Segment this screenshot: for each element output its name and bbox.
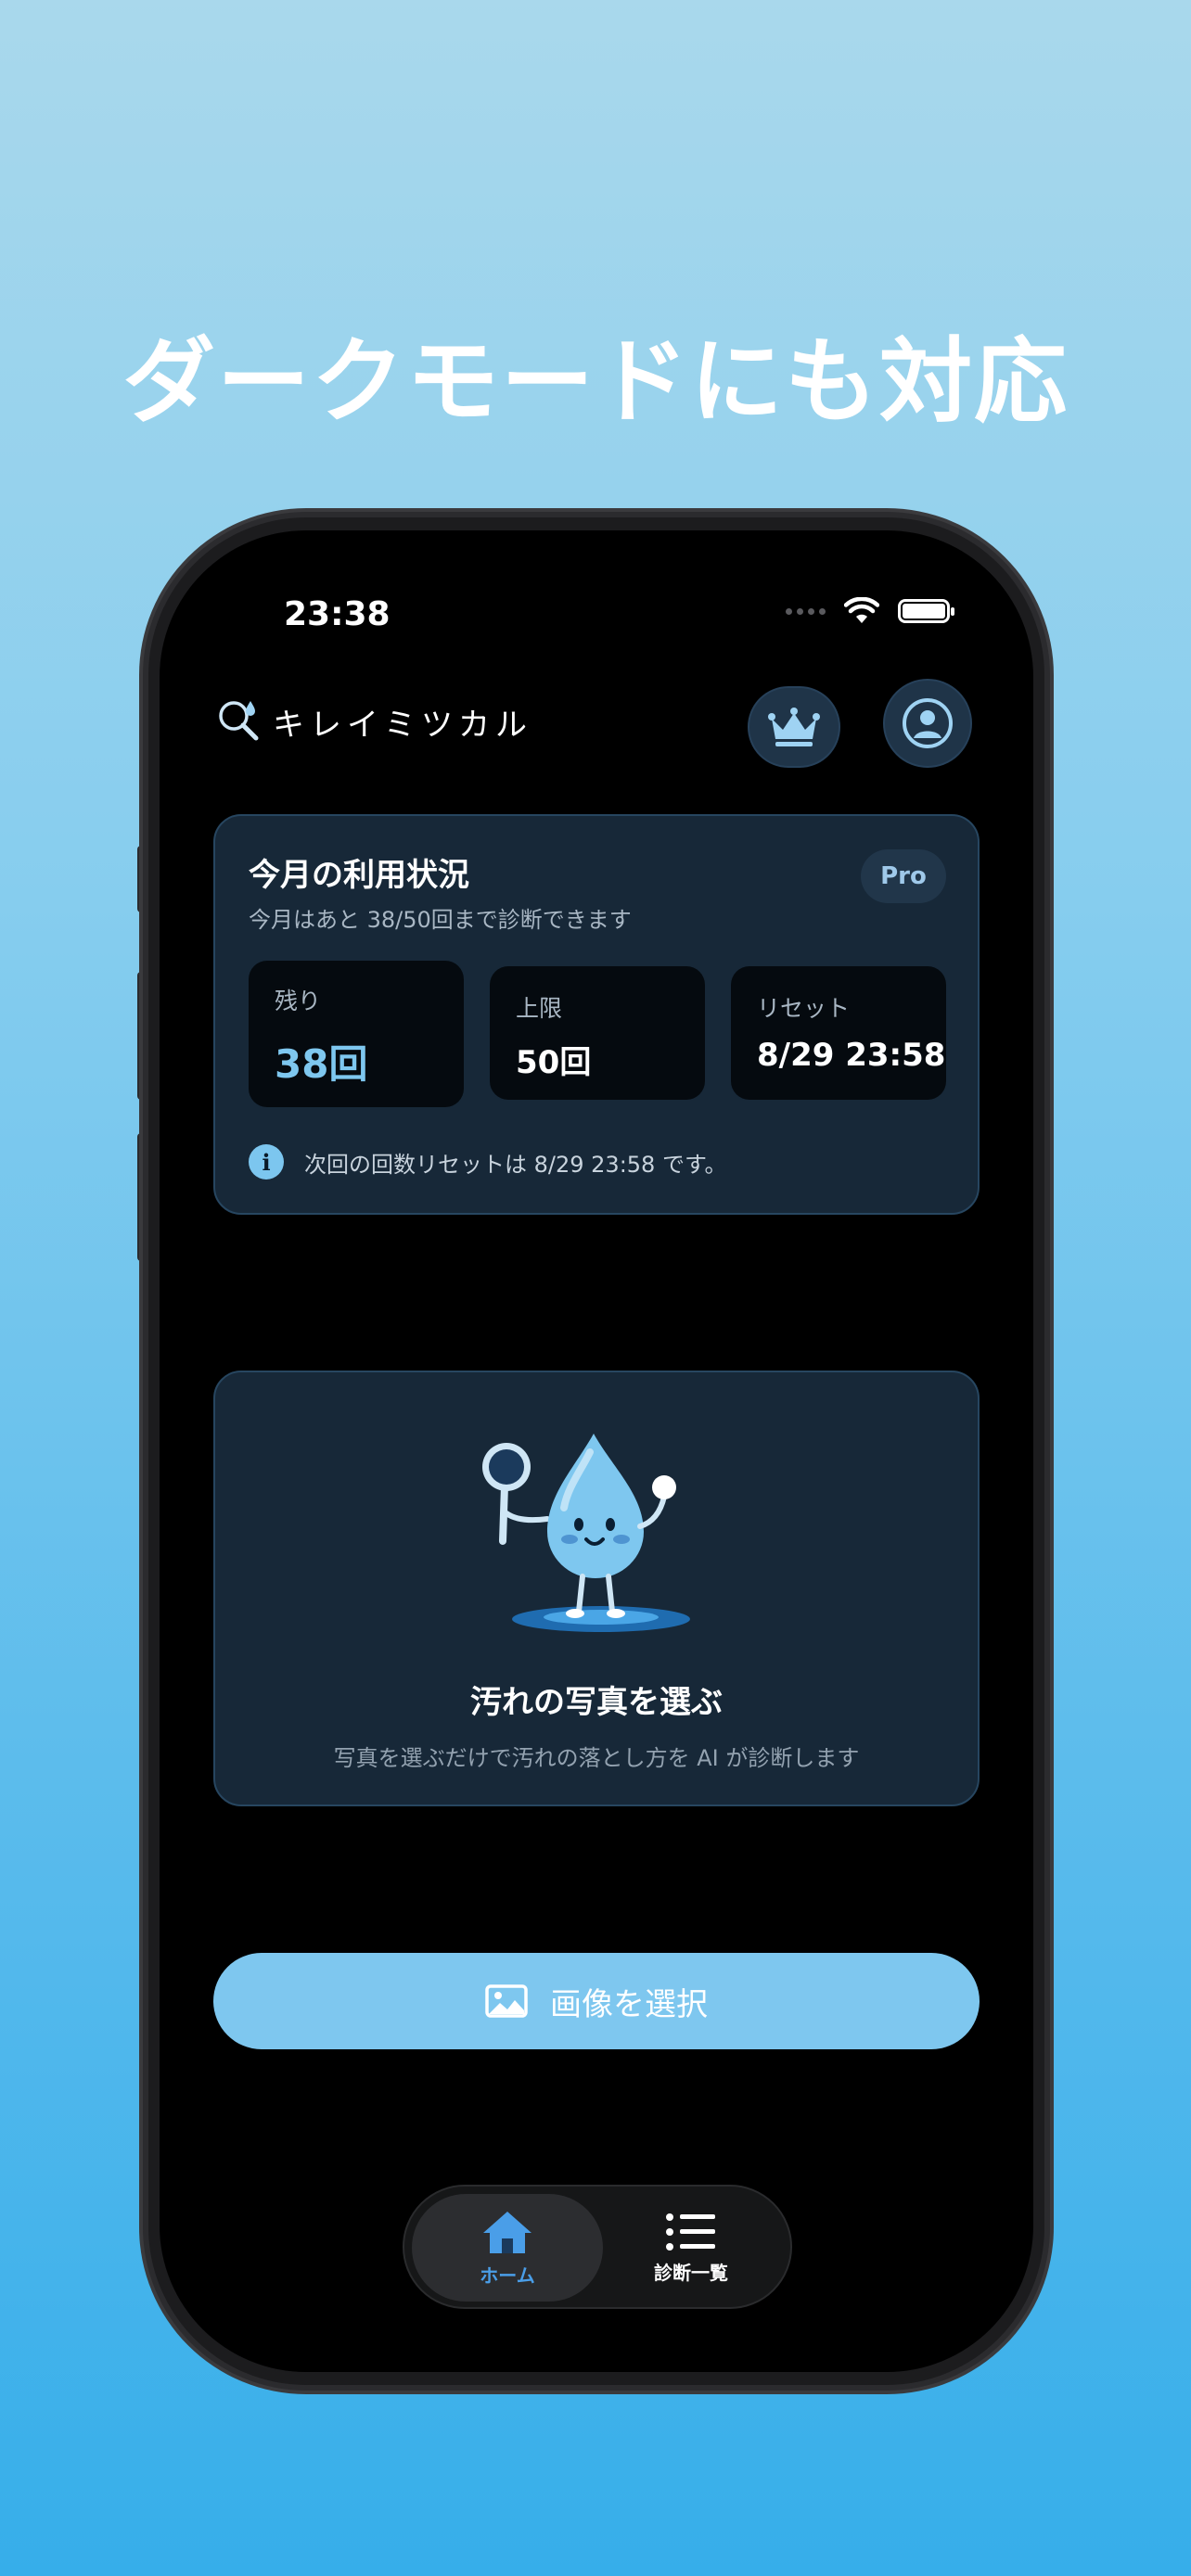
- volume-down-button: [137, 1133, 145, 1261]
- wifi-icon: [844, 597, 879, 623]
- tab-diagnosis-list-label: 診断一覧: [654, 2261, 728, 2284]
- pro-badge: Pro: [861, 849, 946, 903]
- stat-reset: リセット 8/29 23:58: [731, 966, 946, 1100]
- premium-button[interactable]: [748, 686, 840, 768]
- power-button: [1046, 1057, 1054, 1261]
- profile-button[interactable]: [883, 679, 972, 768]
- select-image-label: 画像を選択: [550, 1985, 708, 2023]
- volume-up-button: [137, 972, 145, 1100]
- stat-value: 38回: [275, 1041, 368, 1087]
- app-name: キレイミツカル: [273, 706, 532, 744]
- tab-home-label: ホーム: [480, 2264, 535, 2287]
- usage-subtitle: 今月はあと 38/50回まで診断できます: [249, 907, 632, 933]
- crown-icon: [768, 708, 820, 746]
- stat-label: 残り: [275, 988, 322, 1014]
- stat-value: 8/29 23:58: [757, 1037, 946, 1074]
- stat-limit: 上限 50回: [490, 966, 705, 1100]
- status-indicators: [786, 597, 954, 625]
- reset-info: i 次回の回数リセットは 8/29 23:58 です。: [249, 1144, 727, 1180]
- stat-label: リセット: [757, 995, 851, 1022]
- info-icon: i: [249, 1144, 284, 1180]
- upload-photo-card[interactable]: 汚れの写真を選ぶ 写真を選ぶだけで汚れの落とし方を AI が診断します: [213, 1371, 980, 1806]
- tab-home[interactable]: ホーム: [412, 2194, 603, 2302]
- usage-card: 今月の利用状況 今月はあと 38/50回まで診断できます Pro 残り 38回 …: [213, 814, 980, 1215]
- battery-icon: [898, 599, 954, 623]
- tab-diagnosis-list[interactable]: 診断一覧: [596, 2194, 787, 2302]
- stat-remaining: 残り 38回: [249, 961, 464, 1107]
- stat-label: 上限: [516, 995, 563, 1022]
- mute-switch: [137, 846, 145, 912]
- upload-title: 汚れの写真を選ぶ: [470, 1684, 723, 1721]
- list-icon: [666, 2213, 715, 2251]
- image-icon: [485, 1984, 528, 2018]
- profile-icon: [903, 698, 953, 748]
- cellular-icon: [786, 607, 826, 615]
- phone-screen: 23:38 キレイミツカル 今月の利用状況 今月はあと 38/50回まで診断でき…: [160, 530, 1033, 2372]
- usage-title: 今月の利用状況: [249, 857, 469, 894]
- home-icon: [483, 2211, 531, 2253]
- tab-bar: ホーム 診断一覧: [403, 2185, 792, 2309]
- app-logo: キレイミツカル: [215, 697, 532, 746]
- status-time: 23:38: [284, 595, 391, 633]
- reset-info-text: 次回の回数リセットは 8/29 23:58 です。: [304, 1151, 727, 1178]
- stat-value: 50回: [516, 1044, 592, 1081]
- water-drop-mascot-icon: [482, 1434, 690, 1632]
- headline: ダークモードにも対応: [122, 327, 1069, 436]
- magnifier-drop-icon: [219, 701, 259, 741]
- select-image-button[interactable]: 画像を選択: [213, 1953, 980, 2049]
- upload-subtitle: 写真を選ぶだけで汚れの落とし方を AI が診断します: [333, 1745, 860, 1771]
